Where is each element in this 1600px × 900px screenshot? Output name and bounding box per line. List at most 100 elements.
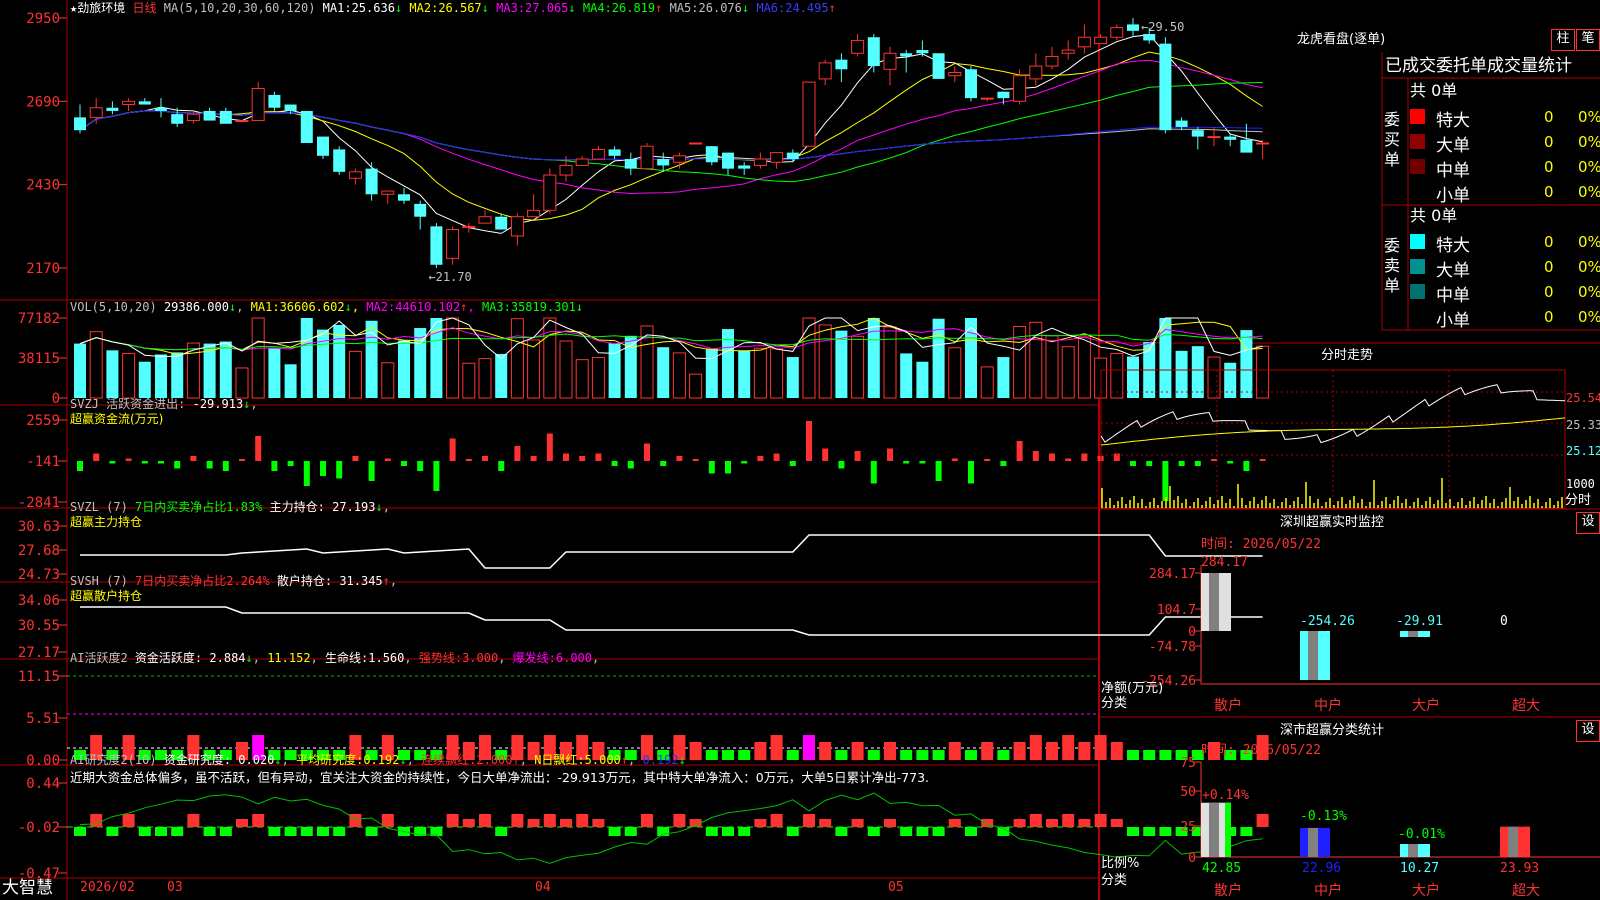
candle-body xyxy=(446,229,460,259)
research-bar xyxy=(884,819,896,827)
svzj-subtitle: 超赢资金流(万元) xyxy=(70,412,164,426)
activity-bar xyxy=(738,750,751,760)
ai1-header: AI活跃度2 资金活跃度: 2.884↓, 11.152, 生命线:1.560,… xyxy=(70,651,600,665)
fund-flow-bar xyxy=(870,461,877,484)
fund-flow-bar xyxy=(563,453,569,461)
stat-bar-edge xyxy=(1225,802,1231,857)
axis-tick-label: 30.63 xyxy=(18,519,60,535)
monitor-settings-button[interactable]: 设 xyxy=(1576,512,1600,534)
axis-tick-label: 2170 xyxy=(26,261,60,277)
order-pct: 0% xyxy=(1578,108,1600,126)
fund-flow-bar xyxy=(887,448,893,461)
research-bar xyxy=(673,814,686,827)
candle-body xyxy=(381,190,395,195)
research-bar xyxy=(138,827,151,836)
research-bar xyxy=(1078,819,1091,827)
candle-body xyxy=(689,142,703,145)
activity-bar xyxy=(867,750,880,760)
lifeline-label: 生命线: xyxy=(325,651,369,665)
fund-flow-bar xyxy=(903,461,910,464)
research-bar xyxy=(803,814,815,827)
bar-mode-button[interactable]: 柱 xyxy=(1551,29,1575,51)
research-bar xyxy=(365,827,378,836)
candle-body xyxy=(300,110,313,143)
burstline-label: 爆发线: xyxy=(512,651,556,665)
axis-tick-label: 0 xyxy=(1188,851,1196,866)
svzl-ratio: 7日内买卖净占比1.83% xyxy=(135,500,263,514)
research-bar xyxy=(608,827,621,836)
ma3-readout: MA3:27.065↓ xyxy=(496,1,576,15)
order-row: 大单 0 0% xyxy=(1410,256,1600,281)
svzj-arrow: ↓ xyxy=(243,397,251,411)
volume-bar xyxy=(770,348,784,399)
order-pct: 0% xyxy=(1578,258,1600,276)
candle-body xyxy=(268,94,281,108)
monitor-bar-shade xyxy=(1308,631,1318,680)
axis-month: 04 xyxy=(535,880,551,895)
research-bar xyxy=(1094,814,1107,827)
order-label: 特大 xyxy=(1436,111,1470,131)
volume-bar xyxy=(122,352,136,399)
volume-bar xyxy=(867,318,880,398)
fund-flow-bar xyxy=(951,458,958,461)
order-label: 大单 xyxy=(1436,136,1470,156)
brand-logo[interactable]: 大智慧 xyxy=(2,878,53,898)
order-row: 中单 0 0% xyxy=(1410,156,1600,181)
volume-bar xyxy=(1224,362,1237,398)
volume-bar xyxy=(510,318,524,399)
activity-bar xyxy=(1159,750,1172,760)
strongline-label: 强势线: xyxy=(418,651,463,665)
period-label[interactable]: 日线 xyxy=(132,1,156,15)
stock-terminal: 2950 2690 2430 2170 ←29.50 ←21.70 77182 38115 0 2… xyxy=(0,0,1600,900)
volume-bar xyxy=(591,357,605,399)
candle-body xyxy=(1159,43,1172,131)
stat-bar-edge xyxy=(1524,826,1530,857)
candle-body xyxy=(171,114,184,124)
stock-name[interactable]: ★劲旅环境 xyxy=(70,1,125,15)
fund-flow-bar xyxy=(1130,461,1136,466)
axis-tick-label: 34.06 xyxy=(18,593,60,609)
research-bar xyxy=(770,814,783,827)
order-stat-tabs[interactable]: 已成交委托单成交量统计 xyxy=(1385,56,1572,76)
low-marker: ←21.70 xyxy=(428,270,471,284)
volume-bar xyxy=(802,317,816,399)
fund-flow-bar xyxy=(514,446,521,461)
volume-bar xyxy=(251,317,265,399)
research-bar xyxy=(381,814,394,827)
axis-tick-label: -0.02 xyxy=(18,820,60,836)
pen-mode-button[interactable]: 笔 xyxy=(1576,29,1600,51)
volume-bar xyxy=(1191,346,1204,398)
fund-flow-bar xyxy=(222,461,229,471)
volume-bar xyxy=(1175,350,1188,398)
order-count: 0 xyxy=(1544,258,1554,276)
activity-bar xyxy=(1094,735,1107,760)
volume-bar xyxy=(317,329,329,398)
svzj-title: SVZJ xyxy=(70,397,99,411)
volume-bar xyxy=(300,318,313,398)
order-row: 小单 0 0% xyxy=(1410,181,1600,206)
volume-bar xyxy=(171,352,184,398)
research-bar xyxy=(511,814,524,827)
category-label: 大户 xyxy=(1412,882,1440,899)
candle-body xyxy=(948,71,962,77)
axis-tick-label: 2430 xyxy=(26,178,60,194)
axis-tick-label: 0 xyxy=(1188,625,1196,640)
activity-bar xyxy=(722,750,734,760)
activity-bar xyxy=(932,750,945,760)
stat-settings-button[interactable]: 设 xyxy=(1576,720,1600,742)
retail-position-line xyxy=(80,606,1263,636)
volume-bar xyxy=(235,367,249,399)
candle-body xyxy=(559,164,573,176)
activity-bar xyxy=(705,750,718,760)
fund-flow-bar xyxy=(498,461,505,471)
research-bar xyxy=(219,827,232,836)
fund-flow-bar xyxy=(968,461,974,484)
research-bar xyxy=(738,827,751,836)
vol-arrow: ↓ xyxy=(228,300,237,314)
fund-flow-bar xyxy=(789,461,796,466)
category-label: 超大 xyxy=(1512,698,1540,714)
order-count: 0 xyxy=(1544,283,1554,301)
fund-flow-bar xyxy=(1065,458,1072,461)
order-pct: 0% xyxy=(1578,308,1600,326)
research-bar xyxy=(106,827,119,836)
